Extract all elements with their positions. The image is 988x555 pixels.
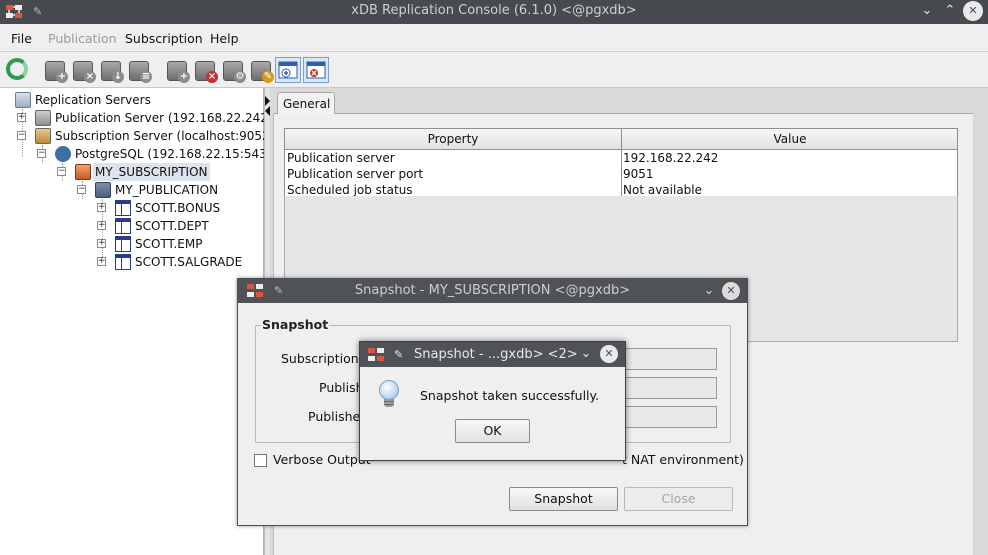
maximize-button[interactable]: ⌃ [941,2,959,20]
close-window-button[interactable]: ✕ [963,1,983,21]
message-dialog-titlebar: ✎ Snapshot - ...gxdb> <2> ⌄ ✕ [360,342,625,367]
minimize-button[interactable]: ⌄ [700,282,718,300]
remove-subscription-icon[interactable]: × [192,57,218,83]
server-tree: Replication Servers + Publication Server… [0,88,287,555]
pin-icon[interactable]: ✎ [394,348,403,361]
tree-label-root: Replication Servers [35,93,151,107]
snapshot-dialog-title: Snapshot - MY_SUBSCRIPTION <@pgxdb> [354,283,631,298]
tree-label-subscription-server: Subscription Server (localhost:9052) [55,129,275,143]
snapshot-dialog-titlebar: ✎ Snapshot - MY_SUBSCRIPTION <@pgxdb> ⌄ … [238,279,747,303]
tree-label-table: SCOTT.DEPT [135,219,209,233]
tree-label-table: SCOTT.SALGRADE [135,255,243,269]
tree-label-table: SCOTT.EMP [135,237,203,251]
table-icon [115,218,131,234]
publication-server-icon [35,110,51,126]
expand-icon[interactable]: + [97,257,106,266]
minimize-button[interactable]: ⌄ [577,345,595,363]
properties-table: Property Value Publication server 192.16… [284,128,958,199]
snapshot-button[interactable]: Snapshot [509,487,618,511]
refresh-icon[interactable] [6,58,28,80]
window-title: xDB Replication Console (6.1.0) <@pgxdb> [351,3,637,18]
create-pub-server-icon[interactable]: + [42,57,68,83]
server-group-icon [15,92,31,108]
postgresql-icon [55,146,71,162]
schedule-icon[interactable]: ✎ [248,57,274,83]
tree-label-postgres: PostgreSQL (192.168.22.15:5432: [75,147,279,161]
subscription-server-icon [35,128,51,144]
publication-label: Publish [319,380,364,395]
expand-icon[interactable]: + [97,239,106,248]
minimize-button[interactable]: ⌄ [918,2,936,20]
publication-icon [95,182,111,198]
table-icon [115,236,131,252]
publisher-label: Publisher [308,409,366,424]
table-row[interactable]: Publication server 192.168.22.242 [285,150,957,166]
tree-label-table: SCOTT.BONUS [135,201,221,215]
verbose-output-label[interactable]: Verbose Output [273,452,371,467]
tree-label-publication: MY_PUBLICATION [115,183,219,197]
menu-file[interactable]: File [11,31,32,46]
add-table-icon[interactable] [275,57,301,83]
configure-icon[interactable]: ⚙ [220,57,246,83]
close-dialog-button[interactable]: ✕ [722,282,740,300]
table-icon [115,254,131,270]
message-text: Snapshot taken successfully. [420,388,600,403]
info-lightbulb-icon [378,380,400,410]
expand-icon[interactable]: + [17,113,26,122]
menu-subscription[interactable]: Subscription [125,31,203,46]
collapse-icon[interactable]: − [37,149,46,158]
subscription-icon [75,164,91,180]
main-titlebar: ✎ xDB Replication Console (6.1.0) <@pgxd… [0,0,988,24]
menubar: File Publication Subscription Help [0,24,988,52]
menu-publication[interactable]: Publication [48,31,117,46]
close-button[interactable]: Close [624,487,733,511]
message-dialog-title: Snapshot - ...gxdb> <2> [414,347,578,362]
app-logo-icon [367,346,385,364]
snapshot-group-title: Snapshot [261,317,330,332]
cell-value: 9051 [623,167,654,181]
remove-table-icon[interactable] [303,57,329,83]
update-server-icon[interactable]: ↓ [98,57,124,83]
cell-property: Publication server port [287,167,424,181]
table-icon [115,200,131,216]
table-row[interactable]: Publication server port 9051 [285,166,957,182]
verbose-output-note: t NAT environment) [622,452,744,467]
tab-general[interactable]: General [277,92,335,114]
cell-value: 192.168.22.242 [623,151,719,165]
server-properties-icon[interactable]: ≡ [126,57,152,83]
remove-server-icon[interactable]: × [70,57,96,83]
expand-icon[interactable]: + [97,221,106,230]
collapse-icon[interactable]: − [17,131,26,140]
column-header-value[interactable]: Value [622,132,958,146]
verbose-output-checkbox[interactable] [254,454,267,467]
collapse-icon[interactable]: − [57,167,66,176]
column-header-property[interactable]: Property [285,132,621,146]
ok-button[interactable]: OK [455,419,530,443]
create-subscription-icon[interactable]: + [164,57,190,83]
tree-label-subscription: MY_SUBSCRIPTION [93,163,210,181]
toolbar: + × ↓ ≡ + × ⚙ ✎ [0,52,988,88]
message-dialog: ✎ Snapshot - ...gxdb> <2> ⌄ ✕ Snapshot t… [359,341,626,461]
close-dialog-button[interactable]: ✕ [600,345,618,363]
table-header: Property Value [285,129,957,150]
expand-icon[interactable]: + [97,203,106,212]
tree-label-publication-server: Publication Server (192.168.22.242:90 [55,111,288,125]
menu-help[interactable]: Help [210,31,239,46]
cell-property: Publication server [287,151,395,165]
collapse-icon[interactable]: − [77,185,86,194]
